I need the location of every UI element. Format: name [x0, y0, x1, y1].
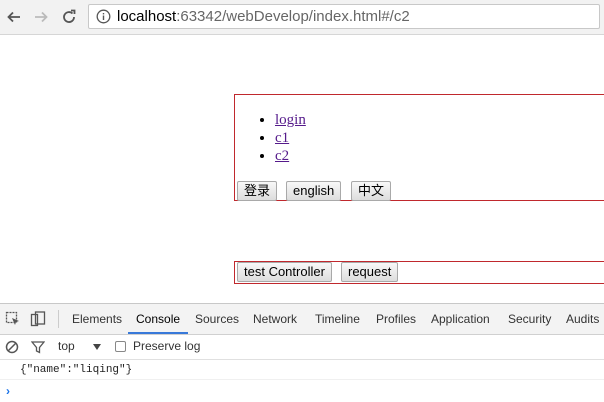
tab-timeline[interactable]: Timeline	[315, 312, 360, 326]
nav-list: login c1 c2	[235, 111, 306, 165]
context-selector[interactable]: top	[58, 339, 75, 353]
c1-link[interactable]: c1	[275, 130, 289, 146]
list-item: c1	[275, 129, 306, 147]
divider	[0, 379, 604, 380]
reload-icon	[63, 9, 76, 23]
browser-toolbar: localhost:63342/webDevelop/index.html#/c…	[0, 0, 604, 35]
device-toolbar-icon[interactable]	[30, 311, 46, 327]
chinese-button[interactable]: 中文	[351, 181, 392, 201]
address-bar[interactable]: localhost:63342/webDevelop/index.html#/c…	[88, 4, 600, 29]
back-button[interactable]	[3, 6, 25, 28]
nav-panel: login c1 c2 登录 english 中文	[234, 94, 604, 201]
login-link[interactable]: login	[275, 112, 306, 128]
divider	[58, 310, 59, 328]
tab-audits[interactable]: Audits	[566, 312, 599, 326]
c2-link[interactable]: c2	[275, 148, 289, 164]
page-content: login c1 c2 登录 english 中文 test Controlle…	[0, 35, 604, 303]
url-path: :63342/webDevelop/index.html#/c2	[176, 8, 410, 25]
test-controller-button[interactable]: test Controller	[237, 262, 332, 282]
english-button[interactable]: english	[286, 181, 342, 201]
console-prompt[interactable]: ›	[6, 384, 10, 398]
tab-network[interactable]: Network	[253, 312, 297, 326]
devtools-panel: Elements Console Sources Network Timelin…	[0, 303, 604, 402]
chevron-down-icon[interactable]	[92, 343, 102, 351]
url-host: localhost	[117, 8, 177, 25]
console-message: {"name":"liqing"}	[20, 364, 133, 376]
inspect-element-icon[interactable]	[5, 311, 21, 327]
login-button[interactable]: 登录	[237, 181, 278, 201]
controller-panel: test Controller request	[234, 261, 604, 284]
tab-elements[interactable]: Elements	[72, 312, 122, 326]
tab-sources[interactable]: Sources	[195, 312, 239, 326]
tab-application[interactable]: Application	[431, 312, 490, 326]
reload-button[interactable]	[58, 6, 80, 28]
clear-console-icon[interactable]	[5, 340, 19, 354]
forward-button[interactable]	[30, 6, 52, 28]
url-text[interactable]: localhost:63342/webDevelop/index.html#/c…	[117, 8, 410, 26]
arrow-left-icon	[7, 11, 20, 23]
tab-console[interactable]: Console	[127, 312, 189, 334]
list-item: login	[275, 111, 306, 129]
filter-icon[interactable]	[31, 340, 45, 354]
console-toolbar: top Preserve log	[0, 335, 604, 360]
tab-profiles[interactable]: Profiles	[376, 312, 416, 326]
list-item: c2	[275, 147, 306, 165]
info-icon[interactable]	[96, 9, 111, 24]
arrow-right-icon	[35, 11, 48, 23]
preserve-log-label: Preserve log	[133, 339, 201, 353]
preserve-log-checkbox[interactable]	[115, 341, 126, 352]
tab-security[interactable]: Security	[508, 312, 551, 326]
request-button[interactable]: request	[341, 262, 399, 282]
devtools-tabbar: Elements Console Sources Network Timelin…	[0, 304, 604, 335]
